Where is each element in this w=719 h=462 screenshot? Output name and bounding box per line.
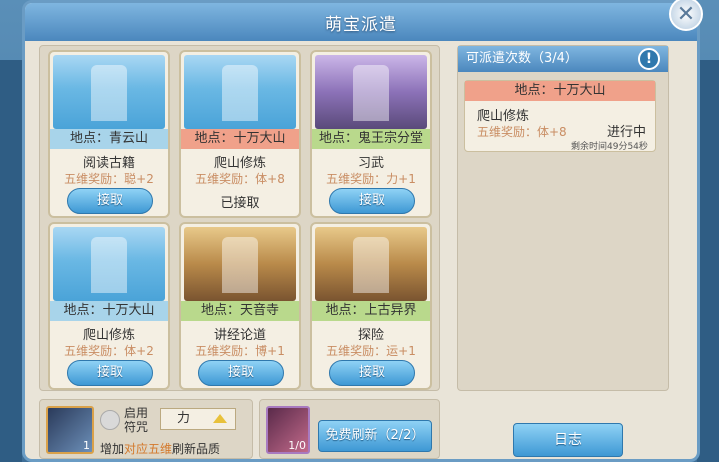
attribute-value: 力 bbox=[177, 411, 191, 426]
window-title: 萌宝派遣 bbox=[25, 3, 697, 41]
task-reward: 五维奖励：体+2 bbox=[64, 344, 154, 358]
info-icon[interactable]: ! bbox=[638, 48, 660, 70]
task-reward: 五维奖励：力+1 bbox=[326, 172, 416, 186]
task-name: 爬山修炼 bbox=[213, 156, 266, 171]
task-location: 地点：鬼王宗分堂 bbox=[312, 129, 430, 149]
dispatch-panel: 萌宝派遣 ✕ 地点：青云山 阅读古籍 五维奖励：聪+2 接取 地点：十万大山 爬… bbox=[22, 0, 703, 462]
hint-suffix: 刷新品质 bbox=[172, 442, 221, 456]
task-card: 地点：青云山 阅读古籍 五维奖励：聪+2 接取 bbox=[48, 50, 170, 218]
charm-qty: 1 bbox=[83, 439, 90, 452]
task-location: 地点：十万大山 bbox=[50, 301, 168, 321]
task-location: 地点：十万大山 bbox=[181, 129, 299, 149]
refresh-panel: 1/0 免费刷新（2/2） bbox=[259, 399, 440, 459]
task-name: 爬山修炼 bbox=[82, 328, 135, 343]
accept-button[interactable]: 接取 bbox=[198, 360, 284, 386]
arrow-up-icon bbox=[213, 414, 227, 423]
task-reward: 五维奖励：博+1 bbox=[195, 344, 285, 358]
enable-charm-label: 启用符咒 bbox=[124, 406, 149, 434]
accepted-status: 已接取 bbox=[220, 196, 260, 211]
task-card: 地点：十万大山 爬山修炼 五维奖励：体+2 接取 bbox=[48, 222, 170, 390]
close-icon: ✕ bbox=[676, 1, 696, 27]
task-grid: 地点：青云山 阅读古籍 五维奖励：聪+2 接取 地点：十万大山 爬山修炼 五维奖… bbox=[39, 45, 440, 391]
log-button[interactable]: 日志 bbox=[513, 423, 623, 457]
task-reward: 五维奖励：运+1 bbox=[326, 344, 416, 358]
scene-image bbox=[53, 55, 165, 129]
attribute-select[interactable]: 力 bbox=[160, 408, 236, 430]
task-card: 地点：鬼王宗分堂 习武 五维奖励：力+1 接取 bbox=[310, 50, 432, 218]
background-edge-left bbox=[0, 60, 22, 462]
active-task-card: 地点：十万大山 爬山修炼 五维奖励：体+8 进行中 剩余时间49分54秒 bbox=[464, 80, 656, 152]
free-refresh-button[interactable]: 免费刷新（2/2） bbox=[318, 420, 432, 452]
enable-charm-toggle[interactable] bbox=[100, 410, 120, 430]
task-card: 地点：上古异界 探险 五维奖励：运+1 接取 bbox=[310, 222, 432, 390]
dispatch-count: 可派遣次数（3/4） bbox=[458, 46, 668, 72]
background-edge-right bbox=[697, 60, 719, 462]
task-card: 地点：天音寺 讲经论道 五维奖励：博+1 接取 bbox=[179, 222, 301, 390]
charm-hint: 增加对应五维刷新品质 bbox=[100, 440, 220, 457]
accept-button[interactable]: 接取 bbox=[67, 188, 153, 214]
accept-button[interactable]: 接取 bbox=[329, 360, 415, 386]
task-name: 阅读古籍 bbox=[82, 156, 135, 171]
scene-image bbox=[184, 227, 296, 301]
active-task-reward: 五维奖励：体+8 bbox=[477, 125, 567, 139]
remaining-time: 剩余时间49分54秒 bbox=[571, 142, 648, 152]
scene-image bbox=[315, 227, 427, 301]
task-name: 讲经论道 bbox=[213, 328, 266, 343]
task-name: 习武 bbox=[357, 156, 384, 171]
task-location: 地点：青云山 bbox=[50, 129, 168, 149]
task-name: 探险 bbox=[357, 328, 384, 343]
close-button[interactable]: ✕ bbox=[669, 0, 703, 31]
active-task-location: 地点：十万大山 bbox=[465, 81, 655, 101]
in-progress-status: 进行中 bbox=[607, 125, 647, 140]
scene-image bbox=[184, 55, 296, 129]
task-location: 地点：天音寺 bbox=[181, 301, 299, 321]
accept-button[interactable]: 接取 bbox=[329, 188, 415, 214]
refresh-item-qty: 1/0 bbox=[288, 439, 306, 452]
accept-button[interactable]: 接取 bbox=[67, 360, 153, 386]
active-task-name: 爬山修炼 bbox=[477, 109, 530, 124]
charm-item-slot[interactable]: 1 bbox=[46, 406, 94, 454]
task-reward: 五维奖励：体+8 bbox=[195, 172, 285, 186]
refresh-item-slot[interactable]: 1/0 bbox=[266, 406, 310, 454]
hint-highlight: 对应五维 bbox=[124, 442, 173, 456]
hint-prefix: 增加 bbox=[100, 442, 125, 456]
scene-image bbox=[315, 55, 427, 129]
task-reward: 五维奖励：聪+2 bbox=[64, 172, 154, 186]
task-location: 地点：上古异界 bbox=[312, 301, 430, 321]
dispatch-status-panel: 可派遣次数（3/4） ! 地点：十万大山 爬山修炼 五维奖励：体+8 进行中 剩… bbox=[457, 45, 669, 391]
scene-image bbox=[53, 227, 165, 301]
charm-panel: 1 启用符咒 力 增加对应五维刷新品质 bbox=[39, 399, 253, 459]
task-card: 地点：十万大山 爬山修炼 五维奖励：体+8 已接取 bbox=[179, 50, 301, 218]
